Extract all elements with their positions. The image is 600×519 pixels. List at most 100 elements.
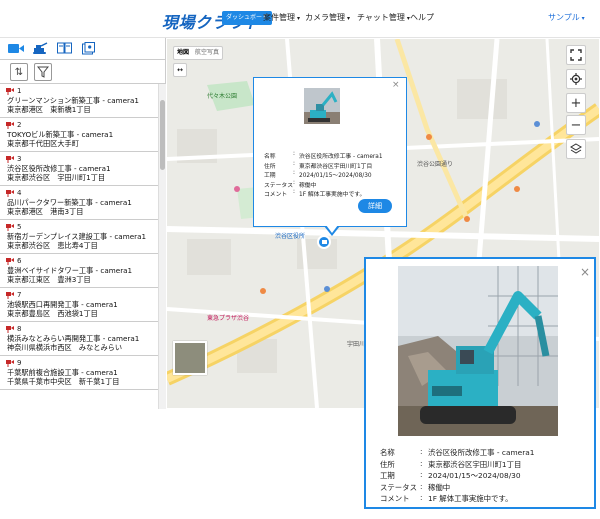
item-index: 3 xyxy=(17,155,22,163)
camera-list: 1 グリーンマンション新築工事 - camera1 東京都港区 東新橋1丁目 2 TOK… xyxy=(0,84,158,409)
list-item[interactable]: 5 新宿ガーデンプレイス建設工事 - camera1 東京都渋谷区 恵比寿4丁目 xyxy=(0,220,158,254)
item-number: 5 xyxy=(6,223,21,231)
sidebar-tabs xyxy=(0,38,166,60)
book-icon[interactable] xyxy=(56,41,72,55)
chevron-down-icon: ▾ xyxy=(579,15,585,22)
collapse-sidebar-button[interactable]: ↔ xyxy=(173,63,187,77)
map-label: 渋谷区役所 xyxy=(275,233,306,240)
field-label: 工期 xyxy=(264,173,276,179)
excavator-icon[interactable] xyxy=(32,41,48,55)
item-address: 千葉県千葉市中央区 新千葉1丁目 xyxy=(7,377,120,386)
field-label: コメント xyxy=(380,494,410,503)
sidebar-scrollbar[interactable] xyxy=(158,84,166,409)
field-separator: : xyxy=(420,458,423,468)
list-item[interactable]: 2 TOKYOビル新築工事 - camera1 東京都千代田区大手町 xyxy=(0,118,158,152)
item-index: 8 xyxy=(17,325,22,333)
field-value: 1F 解体工事実施中です。 xyxy=(428,494,513,503)
site-photo[interactable] xyxy=(304,88,340,124)
item-address: 神奈川県横浜市西区 みなとみらい xyxy=(7,343,123,352)
field-label: ステータス xyxy=(380,482,417,492)
item-number: 4 xyxy=(6,189,21,197)
nav-case-management[interactable]: 案件管理 ▾ xyxy=(263,12,300,23)
field-value: 渋谷区役所改修工事 - camera1 xyxy=(428,448,535,457)
camera-marker-icon xyxy=(6,190,14,197)
camera-marker-icon xyxy=(6,122,14,129)
camera-marker-icon xyxy=(6,156,14,163)
layers-button[interactable] xyxy=(566,139,586,159)
nav-camera-management[interactable]: カメラ管理 ▾ xyxy=(305,12,350,23)
field-value: 東京都渋谷区宇田川町1丁目 xyxy=(299,163,373,170)
satellite-thumbnail[interactable] xyxy=(173,341,207,375)
field-separator: : xyxy=(293,189,295,195)
camera-icon xyxy=(321,240,327,244)
map-label: 東急プラザ渋谷 xyxy=(207,315,250,322)
list-item[interactable]: 7 池袋駅西口再開発工事 - camera1 東京都豊島区 西池袋1丁目 xyxy=(0,288,158,322)
field-label: 名称 xyxy=(264,154,276,160)
list-item[interactable]: 4 品川パークタワー新築工事 - camera1 東京都港区 港南3丁目 xyxy=(0,186,158,220)
nav-chat-management[interactable]: チャット管理 ▾ xyxy=(357,12,410,23)
camera-marker-icon xyxy=(6,292,14,299)
my-location-button[interactable] xyxy=(566,69,586,89)
user-name: サンプル xyxy=(548,13,580,22)
field-separator: : xyxy=(293,160,295,167)
zoom-out-button[interactable]: − xyxy=(566,115,586,135)
camera-marker[interactable] xyxy=(317,235,331,249)
popup-pointer-inner xyxy=(326,225,338,233)
detail-button[interactable]: 詳細 xyxy=(358,199,392,213)
video-camera-icon[interactable] xyxy=(8,41,24,55)
field-label: ステータス xyxy=(264,182,293,189)
nav-label: カメラ管理 xyxy=(305,13,345,22)
item-index: 1 xyxy=(17,87,22,95)
field-label: 工期 xyxy=(380,471,395,480)
camera-marker-icon xyxy=(6,258,14,265)
item-index: 9 xyxy=(17,359,22,367)
map-type-map[interactable]: 地図 xyxy=(174,47,192,59)
item-number: 1 xyxy=(6,87,21,95)
plus-icon: + xyxy=(570,95,582,111)
map-type-toggle[interactable]: 地図 航空写真 xyxy=(173,46,224,60)
zoom-in-button[interactable]: + xyxy=(566,93,586,113)
nav-label: 案件管理 xyxy=(263,13,295,22)
list-item[interactable]: 3 渋谷区役所改修工事 - camera1 東京都渋谷区 宇田川町1丁目 xyxy=(0,152,158,186)
list-item[interactable]: 8 横浜みなとみらい再開発工事 - camera1 神奈川県横浜市西区 みなとみらい xyxy=(0,322,158,356)
scrollbar-thumb[interactable] xyxy=(160,100,165,170)
item-number: 8 xyxy=(6,325,21,333)
zoomed-info-card: × 名称: 渋谷区役所改修工事 - camera1 住所: 東京都渋谷区宇田川町1丁目… xyxy=(364,257,596,509)
camera-marker-icon xyxy=(6,326,14,333)
close-icon[interactable]: × xyxy=(580,265,590,279)
app-window: 現場クラウド ダッシュボード 案件管理 ▾ カメラ管理 ▾ チャット管理 ▾ ヘルプ … xyxy=(0,0,600,519)
map-type-aerial[interactable]: 航空写真 xyxy=(192,47,222,59)
photo-album-icon[interactable] xyxy=(80,41,96,55)
field-separator: : xyxy=(293,170,295,176)
item-number: 3 xyxy=(6,155,21,163)
crosshair-icon xyxy=(570,73,582,85)
user-menu[interactable]: サンプル ▾ xyxy=(548,12,585,23)
fullscreen-icon xyxy=(570,49,582,61)
info-popup: × 名称: 渋谷区役所改修工事 - camera1 住所: 東京都渋谷区宇田川町1丁目… xyxy=(253,77,407,227)
item-index: 2 xyxy=(17,121,22,129)
filter-button[interactable] xyxy=(34,63,52,81)
field-value: 稼働中 xyxy=(428,482,451,492)
sort-button[interactable]: ⇅ xyxy=(10,63,28,81)
close-icon[interactable]: × xyxy=(392,80,400,90)
item-address: 東京都千代田区大手町 xyxy=(7,139,79,148)
item-index: 4 xyxy=(17,189,22,197)
field-separator: : xyxy=(420,470,423,479)
list-item[interactable]: 9 千葉駅前複合施設工事 - camera1 千葉県千葉市中央区 新千葉1丁目 xyxy=(0,356,158,390)
fullscreen-button[interactable] xyxy=(566,45,586,65)
list-item[interactable]: 6 豊洲ベイサイドタワー工事 - camera1 東京都江東区 豊洲3丁目 xyxy=(0,254,158,288)
map-label: 代々木公園 xyxy=(207,93,238,100)
sidebar-toolbar: ⇅ xyxy=(0,60,166,84)
nav-help[interactable]: ヘルプ xyxy=(410,12,434,23)
field-value: 1F 解体工事実施中です。 xyxy=(299,192,366,198)
field-label: 住所 xyxy=(264,163,276,170)
item-index: 7 xyxy=(17,291,22,299)
field-separator: : xyxy=(293,151,295,157)
item-address: 東京都豊島区 西池袋1丁目 xyxy=(7,309,98,318)
field-value: 稼働中 xyxy=(299,182,317,189)
list-item[interactable]: 1 グリーンマンション新築工事 - camera1 東京都港区 東新橋1丁目 xyxy=(0,84,158,118)
field-value: 東京都渋谷区宇田川町1丁目 xyxy=(428,459,522,469)
item-index: 6 xyxy=(17,257,22,265)
nav-label: チャット管理 xyxy=(357,13,405,22)
top-header: 現場クラウド ダッシュボード 案件管理 ▾ カメラ管理 ▾ チャット管理 ▾ ヘルプ … xyxy=(0,0,600,38)
